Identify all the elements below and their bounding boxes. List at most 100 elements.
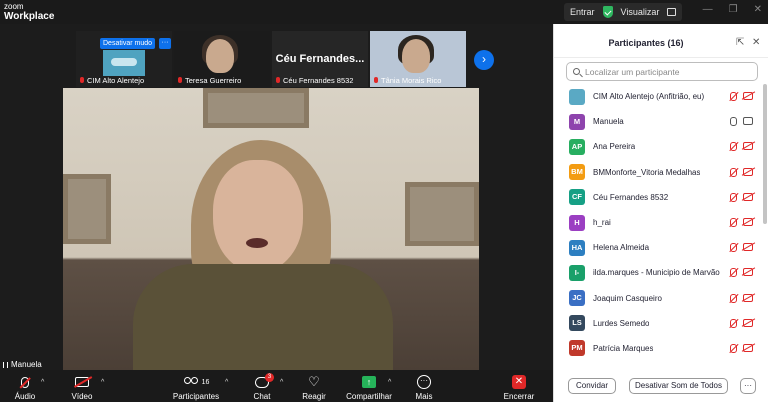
more-label: Mais [415, 392, 433, 401]
panel-more-button[interactable]: ··· [740, 378, 756, 394]
participant-row[interactable]: LS Lurdes Semedo [554, 311, 764, 336]
muted-mic-icon[interactable] [730, 343, 737, 353]
thumbnail-name: Tânia Morais Rico [373, 76, 441, 85]
self-view-label: Manuela [0, 359, 45, 370]
participant-row[interactable]: HA Helena Almeida [554, 235, 764, 260]
minimize-icon[interactable]: — [703, 4, 713, 15]
wall-picture [405, 182, 479, 246]
video-off-icon[interactable] [743, 343, 753, 352]
participant-avatar: JC [569, 290, 585, 307]
participant-avatar [569, 88, 585, 105]
end-meeting-button[interactable]: ✕ Encerrar [495, 370, 543, 401]
zoom-logo: zoom Workplace [4, 2, 54, 22]
video-off-icon[interactable] [743, 192, 753, 201]
participant-name: BMMonforte_Vitoria Medalhas [593, 167, 701, 177]
participant-list-scrollbar[interactable] [763, 84, 767, 224]
grid-icon[interactable] [667, 8, 677, 16]
search-icon [573, 68, 580, 75]
close-panel-icon[interactable]: ✕ [752, 37, 760, 48]
muted-mic-icon[interactable] [730, 92, 737, 101]
muted-mic-icon [275, 76, 281, 85]
thumbnail-more-button[interactable]: ··· [159, 38, 171, 49]
video-off-icon[interactable] [743, 268, 753, 277]
video-off-icon[interactable] [743, 318, 753, 327]
zoom-app: zoom Workplace Entrar Visualizar — ❐ ✕ D… [0, 0, 768, 402]
react-button[interactable]: ♡ Reagir [290, 370, 338, 401]
participant-search[interactable] [566, 62, 758, 81]
muted-mic-icon[interactable] [730, 243, 737, 253]
close-icon[interactable]: ✕ [754, 4, 762, 15]
mute-all-button[interactable]: Desativar Som de Todos [629, 378, 728, 394]
participant-name: Ana Pereira [593, 142, 636, 152]
muted-mic-icon[interactable] [730, 268, 737, 278]
video-off-icon[interactable] [743, 243, 753, 252]
participant-name: CIM Alto Alentejo (Anfitrião, eu) [593, 92, 705, 102]
participant-avatar: LS [569, 315, 585, 332]
video-on-icon[interactable] [743, 117, 753, 126]
thumbnail-name: CIM Alto Alentejo [79, 76, 144, 85]
participant-avatar: PM [569, 340, 585, 357]
thumbnail-cim[interactable]: Desativar mudo ··· CIM Alto Alentejo [76, 31, 172, 87]
unmute-button[interactable]: Desativar mudo [100, 38, 156, 49]
video-options-caret-icon[interactable]: ^ [101, 379, 104, 386]
video-off-icon[interactable] [743, 167, 753, 176]
participant-row[interactable]: I-ilda.marques - Municipio de Marvão [554, 260, 764, 285]
chat-button[interactable]: Chat [238, 370, 286, 401]
participants-options-caret-icon[interactable]: ^ [225, 379, 228, 386]
chat-options-caret-icon[interactable]: ^ [280, 379, 283, 386]
audio-label: Áudio [14, 392, 36, 401]
muted-mic-icon[interactable] [730, 293, 737, 303]
participant-row[interactable]: PM Patrícia Marques [554, 336, 764, 361]
participants-button[interactable]: 16 Participantes [172, 370, 220, 401]
muted-mic-icon[interactable] [730, 192, 737, 202]
invite-button[interactable]: Convidar [568, 378, 616, 394]
brand-line-1: zoom [4, 2, 24, 11]
video-button[interactable]: Vídeo [58, 370, 106, 401]
thumbnail-ceu[interactable]: Céu Fernandes... Céu Fernandes 8532 [272, 31, 368, 87]
audio-options-caret-icon[interactable]: ^ [41, 379, 44, 386]
video-stage: Desativar mudo ··· CIM Alto Alentejo Ter… [0, 24, 553, 370]
enter-button[interactable]: Entrar [570, 7, 595, 17]
participant-name: Céu Fernandes 8532 [593, 192, 669, 202]
participant-row[interactable]: Hh_rai [554, 210, 764, 235]
video-off-icon [75, 377, 89, 387]
share-options-caret-icon[interactable]: ^ [388, 379, 391, 386]
more-button[interactable]: ··· Mais [400, 370, 448, 401]
share-button[interactable]: ↑ Compartilhar [345, 370, 393, 401]
muted-mic-icon[interactable] [730, 167, 737, 177]
popout-icon[interactable]: ⇱ [736, 37, 744, 48]
participant-row[interactable]: JC Joaquim Casqueiro [554, 286, 764, 311]
participant-row[interactable]: CIM Alto Alentejo (Anfitrião, eu) [554, 84, 764, 109]
participant-row[interactable]: AP Ana Pereira [554, 134, 764, 159]
thumbnail-tania[interactable]: Tânia Morais Rico [370, 31, 466, 87]
participant-avatar: BM [569, 164, 585, 181]
maximize-icon[interactable]: ❐ [729, 4, 738, 15]
video-off-icon[interactable] [743, 142, 753, 151]
active-speaker-video [63, 88, 479, 370]
video-label: Vídeo [71, 392, 93, 401]
share-label: Compartilhar [346, 392, 392, 401]
mic-on-icon[interactable] [730, 117, 737, 127]
next-page-arrow-icon[interactable]: › [474, 50, 494, 70]
view-button[interactable]: Visualizar [621, 7, 660, 17]
video-off-icon[interactable] [743, 92, 753, 100]
participant-row[interactable]: BM BMMonforte_Vitoria Medalhas [554, 160, 764, 185]
end-icon: ✕ [512, 375, 526, 389]
participant-row[interactable]: M Manuela [554, 109, 764, 134]
participant-search-input[interactable] [585, 66, 755, 77]
thumbnail-name-text: Céu Fernandes 8532 [283, 76, 354, 85]
participants-label: Participantes [172, 392, 220, 401]
thumbnail-name-text: Tânia Morais Rico [381, 76, 442, 85]
participant-row[interactable]: CF Céu Fernandes 8532 [554, 185, 764, 210]
muted-mic-icon[interactable] [730, 217, 737, 227]
muted-mic-icon[interactable] [730, 318, 737, 328]
speaker-face [213, 160, 303, 272]
thumbnail-teresa[interactable]: Teresa Guerreiro [174, 31, 270, 87]
video-off-icon[interactable] [743, 293, 753, 302]
muted-mic-icon[interactable] [730, 142, 737, 152]
thumbnail-name-text: CIM Alto Alentejo [87, 76, 145, 85]
shield-icon[interactable] [602, 6, 613, 18]
video-off-icon[interactable] [743, 217, 753, 226]
participant-avatar: HA [569, 239, 585, 256]
participant-list: CIM Alto Alentejo (Anfitrião, eu) M Manuel… [554, 84, 764, 361]
